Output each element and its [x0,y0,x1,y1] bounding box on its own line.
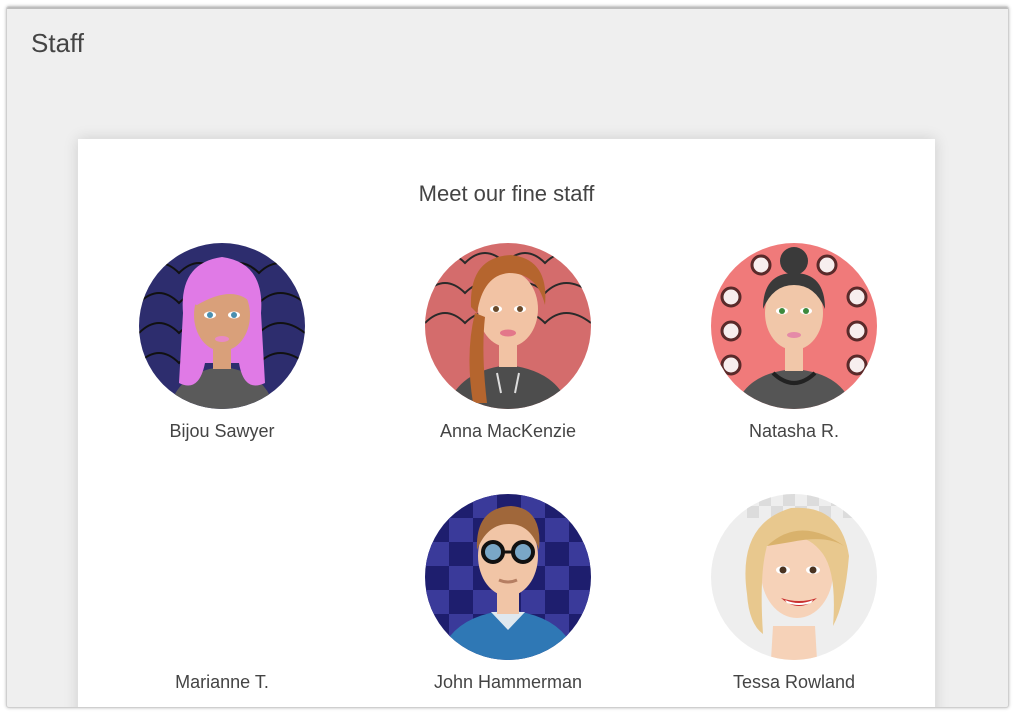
page-title: Staff [31,28,85,58]
staff-name[interactable]: John Hammerman [378,672,638,693]
staff-name[interactable]: Tessa Rowland [664,672,924,693]
staff-card: Meet our fine staff Bijou Sawyer Anna Ma… [78,139,935,707]
avatar-bun-hair-icon [711,243,877,409]
staff-name[interactable]: Anna MacKenzie [378,421,638,442]
staff-name[interactable]: Marianne T. [92,672,352,693]
staff-window: Staff Meet our fine staff Bijou Sawyer A… [6,6,1009,708]
staff-name[interactable]: Natasha R. [664,421,924,442]
staff-name[interactable]: Bijou Sawyer [92,421,352,442]
avatar-auburn-braid-icon [425,243,591,409]
avatar-blonde-smile-icon [711,494,877,660]
avatar-glasses-man-icon [425,494,591,660]
window-top-border [7,7,1008,9]
staff-heading: Meet our fine staff [418,181,595,206]
avatar-missing-icon [139,494,305,660]
avatar-pink-hair-icon [139,243,305,409]
